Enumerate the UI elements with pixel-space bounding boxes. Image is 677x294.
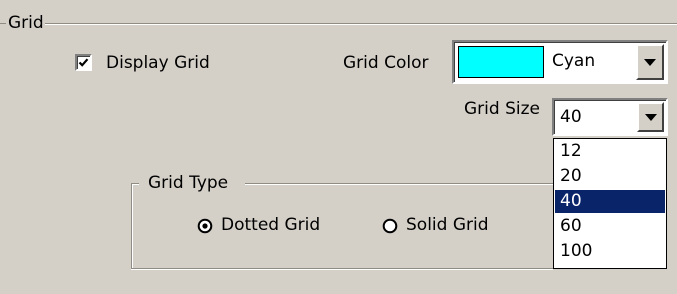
display-grid-checkbox[interactable] xyxy=(75,54,92,71)
grid-type-group-border xyxy=(131,269,553,270)
display-grid-label[interactable]: Display Grid xyxy=(106,52,210,74)
grid-size-option-selected[interactable]: 40 xyxy=(555,190,665,213)
grid-color-value: Cyan xyxy=(552,51,596,71)
grid-color-label: Grid Color xyxy=(343,53,429,73)
radio-unselected-icon xyxy=(382,218,398,234)
chevron-down-icon xyxy=(644,114,657,121)
grid-size-option[interactable]: 12 xyxy=(555,140,665,163)
grid-size-option[interactable]: 20 xyxy=(555,165,665,188)
solid-grid-label[interactable]: Solid Grid xyxy=(406,214,489,236)
grid-size-option[interactable]: 100 xyxy=(555,240,665,263)
chevron-down-icon xyxy=(644,59,656,66)
checkmark-icon xyxy=(78,58,89,67)
grid-group-border-highlight xyxy=(44,24,677,25)
grid-group-title: Grid xyxy=(7,13,45,33)
color-swatch xyxy=(458,46,544,78)
grid-type-group-border xyxy=(245,184,553,185)
grid-color-dropdown-button[interactable] xyxy=(636,44,664,80)
dotted-grid-radio[interactable] xyxy=(197,218,213,234)
dotted-grid-label[interactable]: Dotted Grid xyxy=(221,214,320,236)
grid-size-option[interactable]: 60 xyxy=(555,215,665,238)
grid-group-border xyxy=(0,23,6,24)
grid-size-dropdown-button[interactable] xyxy=(637,102,664,132)
grid-type-group-border xyxy=(132,184,133,269)
solid-grid-radio[interactable] xyxy=(382,218,398,234)
grid-type-group-title: Grid Type xyxy=(146,172,231,194)
grid-size-value: 40 xyxy=(560,107,582,127)
grid-color-combobox[interactable]: Cyan xyxy=(452,40,668,84)
grid-size-label: Grid Size xyxy=(464,99,540,119)
grid-size-combobox[interactable]: 40 xyxy=(552,98,668,136)
radio-selected-icon xyxy=(197,218,213,234)
grid-size-dropdown-list[interactable]: 12 20 40 60 100 xyxy=(553,138,667,269)
